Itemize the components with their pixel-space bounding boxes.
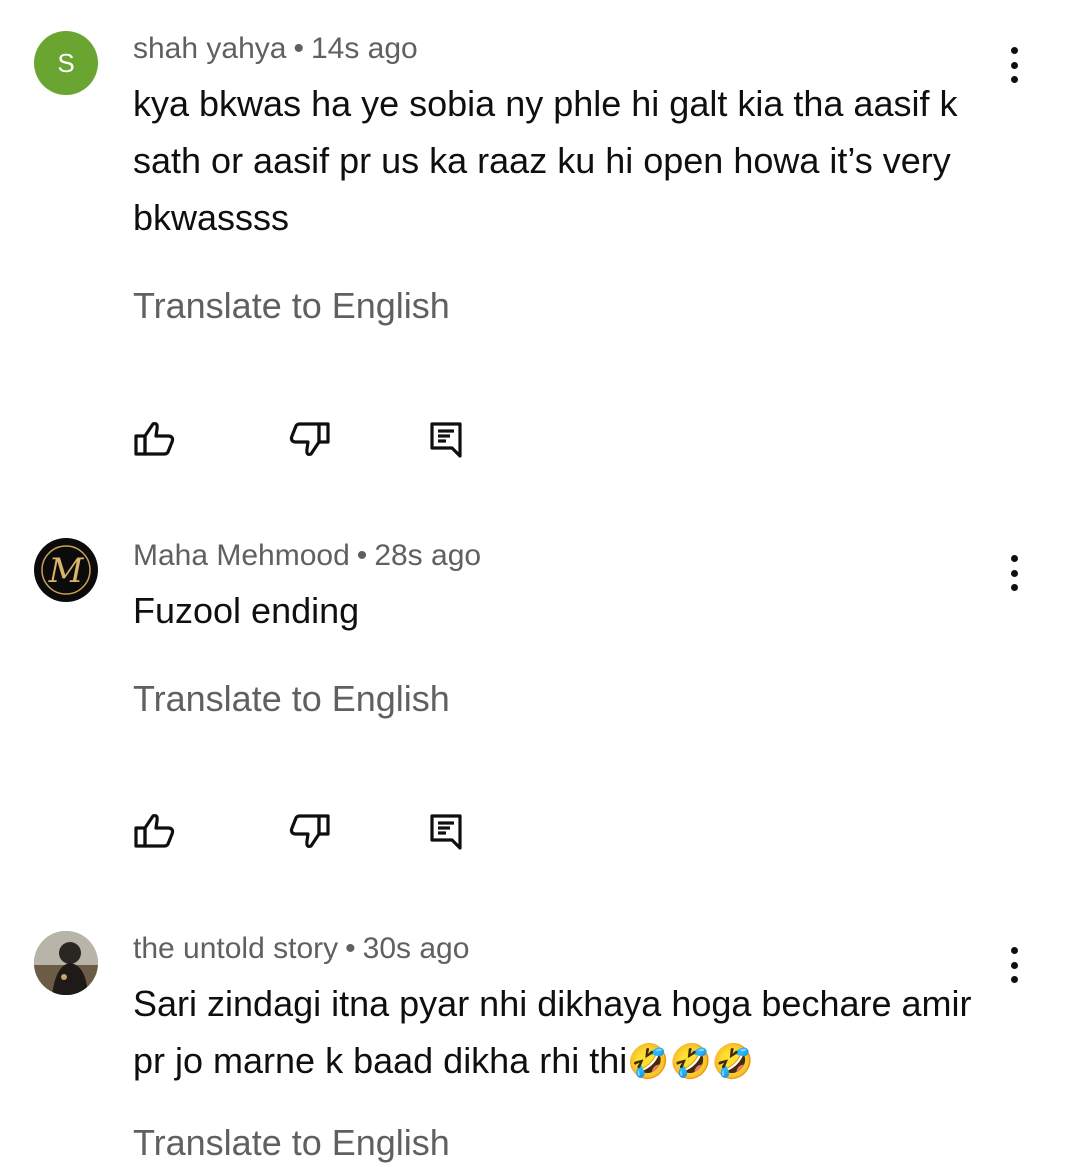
comment-text-body: Sari zindagi itna pyar nhi dikhaya hoga … [133,983,972,1081]
more-vertical-icon[interactable] [998,45,1030,85]
svg-text:M: M [48,551,85,591]
more-vertical-icon[interactable] [998,945,1030,985]
comment-time[interactable]: 30s ago [363,932,470,965]
separator-dot: • [356,539,368,572]
monogram-m-logo: M [41,545,91,595]
more-vertical-icon[interactable] [998,553,1030,593]
comment-header: shah yahya • 14s ago [133,32,418,66]
reply-comment-icon[interactable] [424,416,472,464]
thumb-down-icon[interactable] [285,416,333,464]
author-name[interactable]: the untold story [133,932,338,965]
reply-comment-icon[interactable] [424,808,472,856]
profile-photo [34,931,98,995]
rolling-laughing-emoji: 🤣🤣🤣 [627,1042,755,1082]
thumb-up-icon[interactable] [131,808,179,856]
comment-time[interactable]: 14s ago [311,32,418,65]
translate-link[interactable]: Translate to English [133,678,450,720]
avatar[interactable] [34,931,98,995]
translate-link[interactable]: Translate to English [133,285,450,327]
thumb-down-icon[interactable] [285,808,333,856]
avatar-letter: S [57,47,75,78]
comment-header: Maha Mehmood • 28s ago [133,539,481,573]
translate-link[interactable]: Translate to English [133,1122,450,1164]
separator-dot: • [345,932,356,965]
separator-dot: • [293,32,304,65]
comment-text: Sari zindagi itna pyar nhi dikhaya hoga … [133,975,993,1091]
comment-time[interactable]: 28s ago [374,539,481,572]
thumb-up-icon[interactable] [131,416,179,464]
comment-text: kya bkwas ha ye sobia ny phle hi galt ki… [133,83,958,238]
author-name[interactable]: shah yahya [133,32,286,65]
author-name[interactable]: Maha Mehmood [133,539,350,572]
comment-header: the untold story • 30s ago [133,932,469,966]
comment-text: Fuzool ending [133,590,360,631]
avatar[interactable]: S [34,31,98,95]
avatar[interactable]: M [34,538,98,602]
